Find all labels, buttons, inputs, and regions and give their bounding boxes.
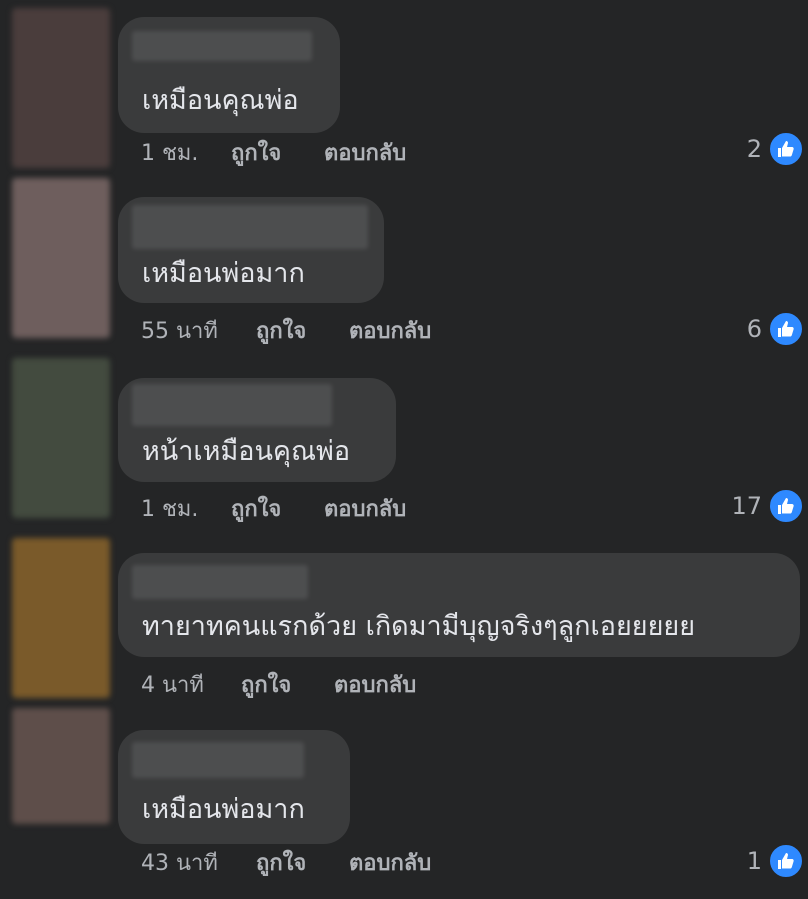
comment-meta: 1 ชม. ถูกใจ ตอบกลับ <box>141 496 461 526</box>
comment-bubble[interactable]: เหมือนพ่อมาก <box>118 730 350 844</box>
comment-text: เหมือนคุณพ่อ <box>142 85 299 116</box>
like-count: 6 <box>746 315 762 343</box>
reply-button[interactable]: ตอบกลับ <box>324 140 406 168</box>
comment-text: หน้าเหมือนคุณพ่อ <box>142 436 351 467</box>
comment-time[interactable]: 1 ชม. <box>141 140 198 168</box>
like-button[interactable]: ถูกใจ <box>231 140 281 168</box>
comment-bubble[interactable]: เหมือนพ่อมาก <box>118 197 384 303</box>
reply-button[interactable]: ตอบกลับ <box>349 850 431 878</box>
like-button[interactable]: ถูกใจ <box>256 850 306 878</box>
author-name-blurred[interactable] <box>132 384 332 426</box>
comment-bubble[interactable]: เหมือนคุณพ่อ <box>118 17 340 133</box>
avatar[interactable] <box>12 8 110 168</box>
comment-time[interactable]: 1 ชม. <box>141 496 198 524</box>
comment-meta: 4 นาที ถูกใจ ตอบกลับ <box>141 672 461 702</box>
reaction-count[interactable]: 1 <box>746 843 804 879</box>
thumbs-up-icon <box>768 131 804 167</box>
avatar[interactable] <box>12 538 110 698</box>
reaction-count[interactable]: 17 <box>731 488 804 524</box>
like-count: 1 <box>746 847 762 875</box>
author-name-blurred[interactable] <box>132 205 368 249</box>
author-name-blurred[interactable] <box>132 742 304 778</box>
like-button[interactable]: ถูกใจ <box>256 318 306 346</box>
thumbs-up-icon <box>768 311 804 347</box>
thumbs-up-icon <box>768 843 804 879</box>
comment-time[interactable]: 55 นาที <box>141 318 218 346</box>
like-button[interactable]: ถูกใจ <box>231 496 281 524</box>
comment-time[interactable]: 43 นาที <box>141 850 218 878</box>
comment-item: เหมือนพ่อมาก 43 นาที ถูกใจ ตอบกลับ 1 <box>0 708 808 899</box>
reaction-count[interactable]: 6 <box>746 311 804 347</box>
comment-text: เหมือนพ่อมาก <box>142 258 305 289</box>
thumbs-up-icon <box>768 488 804 524</box>
comment-bubble[interactable]: หน้าเหมือนคุณพ่อ <box>118 378 396 482</box>
comment-text: เหมือนพ่อมาก <box>142 794 305 825</box>
comment-item: หน้าเหมือนคุณพ่อ 1 ชม. ถูกใจ ตอบกลับ 17 <box>0 358 808 538</box>
avatar[interactable] <box>12 708 110 824</box>
comment-item: ทายาทคนแรกด้วย เกิดมามีบุญจริงๆลูกเอยยยย… <box>0 538 808 708</box>
reply-button[interactable]: ตอบกลับ <box>349 318 431 346</box>
comment-time[interactable]: 4 นาที <box>141 672 204 700</box>
comment-meta: 43 นาที ถูกใจ ตอบกลับ <box>141 850 481 880</box>
reaction-count[interactable]: 2 <box>746 131 804 167</box>
author-name-blurred[interactable] <box>132 565 308 599</box>
like-count: 17 <box>731 492 762 520</box>
avatar[interactable] <box>12 358 110 518</box>
reply-button[interactable]: ตอบกลับ <box>324 496 406 524</box>
comment-item: เหมือนพ่อมาก 55 นาที ถูกใจ ตอบกลับ 6 <box>0 178 808 358</box>
author-name-blurred[interactable] <box>132 31 312 61</box>
like-button[interactable]: ถูกใจ <box>241 672 291 700</box>
like-count: 2 <box>746 135 762 163</box>
comment-item: เหมือนคุณพ่อ 1 ชม. ถูกใจ ตอบกลับ 2 <box>0 8 808 178</box>
comment-meta: 1 ชม. ถูกใจ ตอบกลับ <box>141 140 461 170</box>
comment-text: ทายาทคนแรกด้วย เกิดมามีบุญจริงๆลูกเอยยยย… <box>142 611 696 642</box>
comments-page: เหมือนคุณพ่อ 1 ชม. ถูกใจ ตอบกลับ 2 เหมือ… <box>0 0 808 899</box>
avatar[interactable] <box>12 178 110 338</box>
comment-bubble[interactable]: ทายาทคนแรกด้วย เกิดมามีบุญจริงๆลูกเอยยยย… <box>118 553 800 657</box>
reply-button[interactable]: ตอบกลับ <box>334 672 416 700</box>
comment-meta: 55 นาที ถูกใจ ตอบกลับ <box>141 318 481 348</box>
